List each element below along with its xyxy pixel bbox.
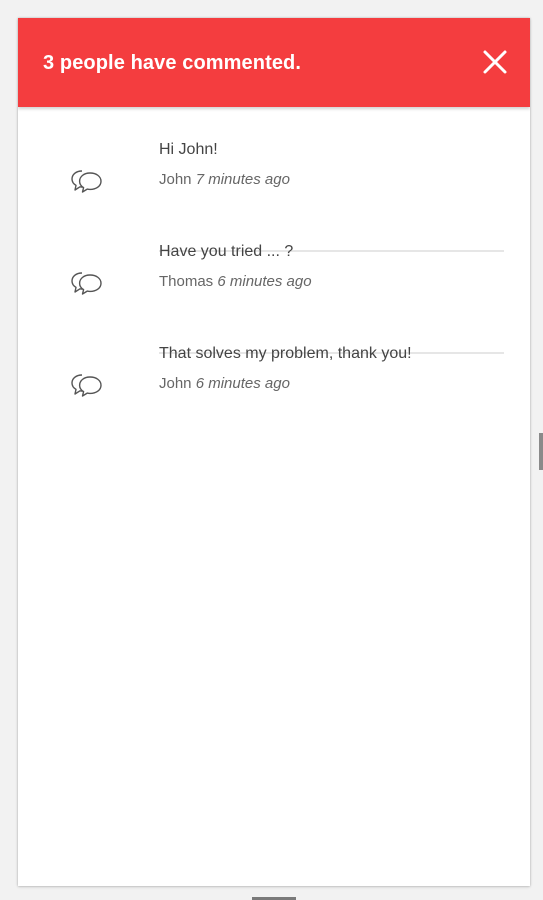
- comment-author: Thomas: [159, 273, 214, 290]
- comments-panel: 3 people have commented. Hi John! John 7…: [18, 18, 530, 886]
- comment-item: That solves my problem, thank you! John …: [18, 344, 530, 446]
- comment-meta: John 6 minutes ago: [159, 375, 504, 393]
- comment-body: Have you tried ... ? Thomas 6 minutes ag…: [159, 242, 504, 291]
- page: 3 people have commented. Hi John! John 7…: [0, 0, 543, 900]
- comment-time: 7 minutes ago: [195, 171, 290, 188]
- speech-bubbles-icon: [68, 162, 108, 202]
- comment-time: 6 minutes ago: [217, 273, 312, 290]
- comment-body: That solves my problem, thank you! John …: [159, 344, 504, 393]
- comment-author: John: [159, 171, 192, 188]
- panel-header: 3 people have commented.: [18, 18, 530, 107]
- side-handle[interactable]: [539, 433, 543, 470]
- comment-text: Hi John!: [159, 141, 218, 158]
- close-icon: [483, 50, 507, 74]
- comment-meta: John 7 minutes ago: [159, 171, 504, 189]
- comment-body: Hi John! John 7 minutes ago: [159, 140, 504, 189]
- speech-bubbles-icon: [68, 264, 108, 304]
- comment-text: That solves my problem, thank you!: [159, 345, 412, 362]
- comment-meta: Thomas 6 minutes ago: [159, 273, 504, 291]
- comment-item: Have you tried ... ? Thomas 6 minutes ag…: [18, 242, 530, 344]
- comment-time: 6 minutes ago: [195, 375, 290, 392]
- speech-bubbles-icon: [68, 366, 108, 406]
- comment-item: Hi John! John 7 minutes ago: [18, 140, 530, 242]
- comment-text: Have you tried ... ?: [159, 243, 294, 260]
- close-button[interactable]: [482, 49, 508, 75]
- comment-author: John: [159, 375, 192, 392]
- header-title: 3 people have commented.: [43, 52, 302, 74]
